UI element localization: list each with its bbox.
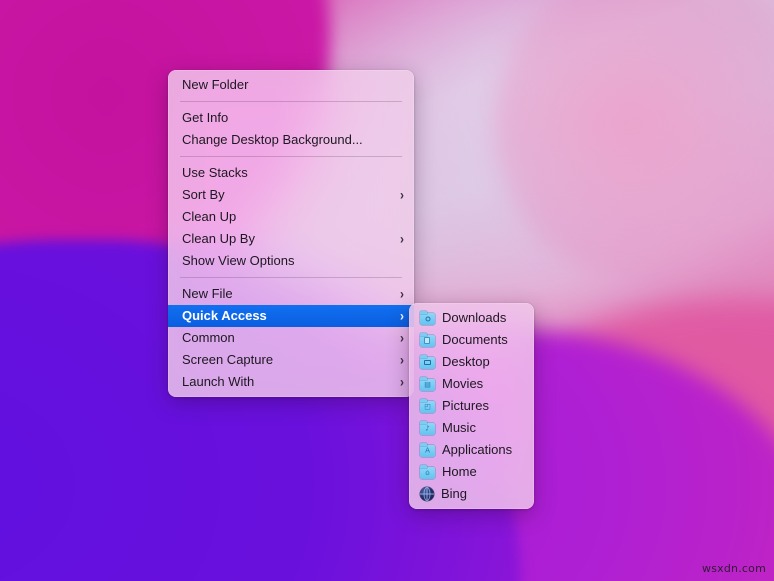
menu-item-clean-up-by[interactable]: Clean Up By › bbox=[168, 228, 414, 250]
chevron-right-icon: › bbox=[400, 353, 404, 367]
menu-item-label: Use Stacks bbox=[182, 162, 404, 184]
menu-item-label: Common bbox=[182, 327, 392, 349]
globe-icon bbox=[420, 487, 434, 501]
folder-music-icon: ♪ bbox=[420, 422, 435, 435]
submenu-item-label: Pictures bbox=[442, 395, 524, 417]
folder-documents-icon bbox=[420, 334, 435, 347]
folder-downloads-icon bbox=[420, 312, 435, 325]
submenu-item-applications[interactable]: A Applications bbox=[409, 439, 534, 461]
menu-item-label: Screen Capture bbox=[182, 349, 392, 371]
menu-item-quick-access[interactable]: Quick Access › bbox=[168, 305, 414, 327]
quick-access-submenu[interactable]: DownloadsDocumentsDesktop ▤ Movies ◰ Picture… bbox=[409, 303, 534, 509]
menu-separator bbox=[180, 277, 402, 278]
folder-applications-icon: A bbox=[420, 444, 435, 457]
menu-separator bbox=[180, 156, 402, 157]
menu-item-label: Get Info bbox=[182, 107, 404, 129]
submenu-item-bing[interactable]: Bing bbox=[409, 483, 534, 505]
chevron-right-icon: › bbox=[400, 375, 404, 389]
chevron-right-icon: › bbox=[400, 232, 404, 246]
submenu-item-movies[interactable]: ▤ Movies bbox=[409, 373, 534, 395]
menu-item-use-stacks[interactable]: Use Stacks bbox=[168, 162, 414, 184]
menu-separator bbox=[180, 101, 402, 102]
menu-item-sort-by[interactable]: Sort By › bbox=[168, 184, 414, 206]
submenu-item-label: Home bbox=[442, 461, 524, 483]
submenu-item-music[interactable]: ♪ Music bbox=[409, 417, 534, 439]
menu-item-label: Sort By bbox=[182, 184, 392, 206]
menu-item-label: Launch With bbox=[182, 371, 392, 393]
menu-item-clean-up[interactable]: Clean Up bbox=[168, 206, 414, 228]
menu-item-label: New Folder bbox=[182, 74, 404, 96]
menu-item-show-view-options[interactable]: Show View Options bbox=[168, 250, 414, 272]
menu-item-label: Show View Options bbox=[182, 250, 404, 272]
menu-item-screen-capture[interactable]: Screen Capture › bbox=[168, 349, 414, 371]
submenu-item-label: Documents bbox=[442, 329, 524, 351]
watermark: wsxdn.com bbox=[702, 562, 766, 575]
menu-item-label: Clean Up bbox=[182, 206, 404, 228]
menu-item-label: Change Desktop Background... bbox=[182, 129, 404, 151]
menu-item-get-info[interactable]: Get Info bbox=[168, 107, 414, 129]
submenu-item-home[interactable]: ⌂ Home bbox=[409, 461, 534, 483]
menu-item-new-folder[interactable]: New Folder bbox=[168, 74, 414, 96]
folder-movies-icon: ▤ bbox=[420, 378, 435, 391]
desktop: New Folder Get InfoChange Desktop Backgro… bbox=[0, 0, 774, 581]
submenu-item-label: Applications bbox=[442, 439, 524, 461]
chevron-right-icon: › bbox=[400, 309, 404, 323]
desktop-context-menu[interactable]: New Folder Get InfoChange Desktop Backgro… bbox=[168, 70, 414, 397]
folder-pictures-icon: ◰ bbox=[420, 400, 435, 413]
submenu-item-desktop[interactable]: Desktop bbox=[409, 351, 534, 373]
menu-item-launch-with[interactable]: Launch With › bbox=[168, 371, 414, 393]
submenu-item-label: Desktop bbox=[442, 351, 524, 373]
folder-home-icon: ⌂ bbox=[420, 466, 435, 479]
menu-item-label: Clean Up By bbox=[182, 228, 392, 250]
folder-desktop-icon bbox=[420, 356, 435, 369]
chevron-right-icon: › bbox=[400, 331, 404, 345]
submenu-item-downloads[interactable]: Downloads bbox=[409, 307, 534, 329]
submenu-item-label: Downloads bbox=[442, 307, 524, 329]
menu-item-change-desktop-background[interactable]: Change Desktop Background... bbox=[168, 129, 414, 151]
submenu-item-pictures[interactable]: ◰ Pictures bbox=[409, 395, 534, 417]
submenu-item-documents[interactable]: Documents bbox=[409, 329, 534, 351]
menu-item-common[interactable]: Common › bbox=[168, 327, 414, 349]
menu-item-label: New File bbox=[182, 283, 392, 305]
submenu-item-label: Music bbox=[442, 417, 524, 439]
chevron-right-icon: › bbox=[400, 188, 404, 202]
submenu-item-label: Bing bbox=[441, 483, 524, 505]
chevron-right-icon: › bbox=[400, 287, 404, 301]
menu-item-label: Quick Access bbox=[182, 305, 392, 327]
menu-item-new-file[interactable]: New File › bbox=[168, 283, 414, 305]
submenu-item-label: Movies bbox=[442, 373, 524, 395]
